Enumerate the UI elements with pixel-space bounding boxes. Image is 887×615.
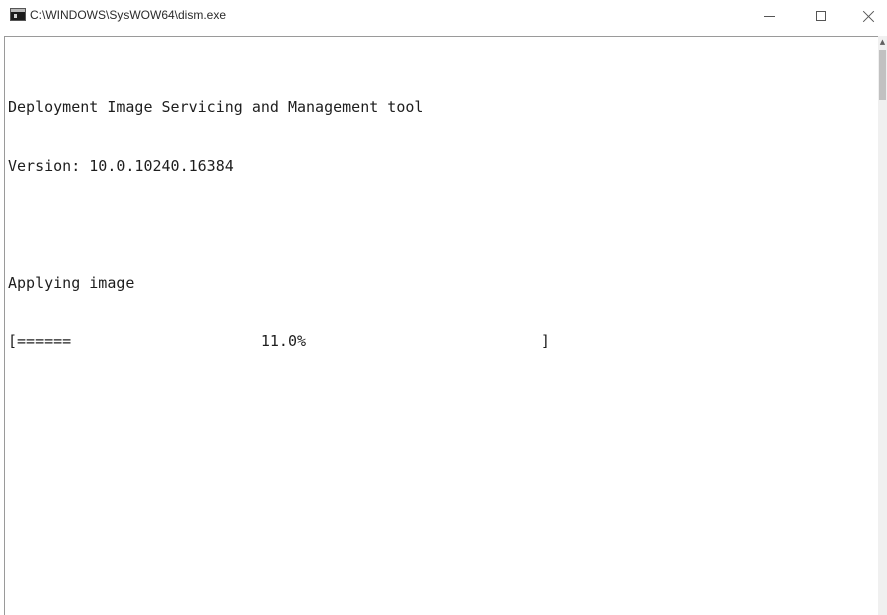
title-bar[interactable]: C:\WINDOWS\SysWOW64\dism.exe bbox=[0, 0, 887, 34]
window-title: C:\WINDOWS\SysWOW64\dism.exe bbox=[30, 8, 227, 22]
close-icon bbox=[863, 10, 875, 22]
maximize-icon bbox=[816, 11, 826, 21]
minimize-button[interactable] bbox=[746, 0, 792, 32]
console-line-version: Version: 10.0.10240.16384 bbox=[8, 156, 234, 175]
maximize-button[interactable] bbox=[798, 0, 844, 32]
console-output-area[interactable]: Deployment Image Servicing and Managemen… bbox=[4, 36, 878, 615]
minimize-icon bbox=[763, 15, 775, 17]
console-line-status: Applying image bbox=[8, 273, 135, 292]
scrollbar-thumb[interactable] bbox=[879, 50, 886, 100]
console-text: Deployment Image Servicing and Managemen… bbox=[8, 59, 550, 391]
console-window: C:\WINDOWS\SysWOW64\dism.exe Deployment … bbox=[0, 0, 887, 615]
close-button[interactable] bbox=[846, 0, 887, 32]
console-icon[interactable] bbox=[10, 8, 26, 21]
scroll-up-arrow-icon[interactable]: ▲ bbox=[878, 38, 887, 46]
console-line-tool-name: Deployment Image Servicing and Managemen… bbox=[8, 98, 424, 116]
vertical-scrollbar[interactable]: ▲ bbox=[878, 36, 887, 615]
console-progress-bar: [====== 11.0% ] bbox=[8, 332, 550, 350]
